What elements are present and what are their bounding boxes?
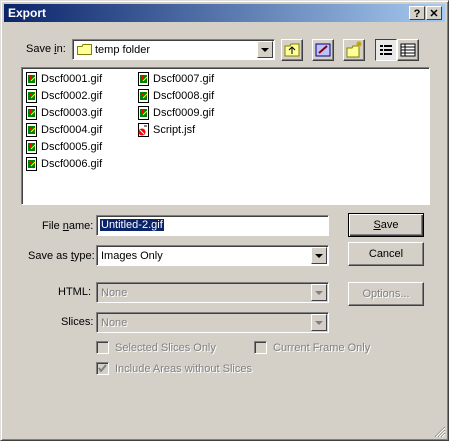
include-areas-checkbox[interactable]: Include Areas without Slices bbox=[96, 362, 252, 375]
options-button[interactable]: Options... bbox=[348, 282, 424, 306]
title-bar[interactable]: Export ? ✕ bbox=[4, 4, 445, 22]
html-value: None bbox=[101, 287, 128, 299]
chevron-down-icon bbox=[261, 47, 269, 52]
list-view-icon bbox=[380, 45, 392, 55]
file-name-text: Dscf0002.gif bbox=[41, 90, 103, 102]
folder-up-icon bbox=[284, 43, 300, 57]
file-list-item[interactable]: Dscf0001.gif bbox=[25, 71, 102, 87]
help-button[interactable]: ? bbox=[409, 6, 425, 20]
gif-file-icon bbox=[137, 89, 150, 103]
save-in-dropdown-arrow[interactable] bbox=[257, 41, 273, 58]
file-name-value: Untitled-2.gif bbox=[100, 219, 164, 231]
chevron-down-icon bbox=[315, 253, 323, 258]
current-frame-checkbox[interactable]: Current Frame Only bbox=[254, 341, 370, 354]
chevron-down-icon bbox=[315, 290, 323, 295]
file-name-text: Dscf0001.gif bbox=[41, 73, 103, 85]
file-name-text: Dscf0004.gif bbox=[41, 124, 103, 136]
gif-file-icon bbox=[25, 72, 38, 86]
selected-slices-label: Selected Slices Only bbox=[115, 341, 216, 354]
favorites-icon bbox=[315, 43, 331, 57]
save-in-combo[interactable]: temp folder bbox=[72, 39, 275, 60]
file-list-item[interactable]: Dscf0006.gif bbox=[25, 156, 102, 172]
checkmark-icon bbox=[98, 364, 107, 373]
gif-file-icon bbox=[25, 140, 38, 154]
file-name-text: Dscf0008.gif bbox=[153, 90, 215, 102]
file-name-text: Dscf0003.gif bbox=[41, 107, 103, 119]
file-list-item[interactable]: Dscf0004.gif bbox=[25, 122, 102, 138]
slices-value: None bbox=[101, 317, 128, 329]
dialog-title: Export bbox=[8, 6, 47, 20]
file-name-text: Dscf0009.gif bbox=[153, 107, 215, 119]
file-name-text: Dscf0006.gif bbox=[41, 158, 103, 170]
html-select[interactable]: None bbox=[96, 282, 329, 303]
chevron-down-icon bbox=[315, 320, 323, 325]
html-label: HTML: bbox=[58, 286, 91, 298]
slices-dropdown-arrow[interactable] bbox=[311, 314, 327, 331]
file-name-text: Dscf0007.gif bbox=[153, 73, 215, 85]
close-button[interactable]: ✕ bbox=[426, 6, 442, 20]
file-list-item[interactable]: Dscf0005.gif bbox=[25, 139, 102, 155]
new-folder-button[interactable] bbox=[343, 39, 365, 61]
gif-file-icon bbox=[137, 72, 150, 86]
favorites-button[interactable] bbox=[312, 39, 334, 61]
save-as-type-value: Images Only bbox=[101, 250, 163, 262]
checkbox-box bbox=[96, 362, 109, 375]
file-name-label: File name: bbox=[42, 220, 94, 232]
save-button[interactable]: Save bbox=[348, 213, 424, 237]
gif-file-icon bbox=[137, 106, 150, 120]
checkbox-box bbox=[254, 341, 267, 354]
gif-file-icon bbox=[25, 157, 38, 171]
file-list-item[interactable]: Dscf0007.gif bbox=[137, 71, 214, 87]
file-list-item[interactable]: Dscf0003.gif bbox=[25, 105, 102, 121]
folder-icon bbox=[77, 44, 92, 55]
current-frame-label: Current Frame Only bbox=[273, 341, 371, 354]
slices-select[interactable]: None bbox=[96, 312, 329, 333]
save-as-type-label: Save as type: bbox=[28, 250, 95, 262]
save-in-value: temp folder bbox=[95, 44, 151, 56]
up-one-level-button[interactable] bbox=[281, 39, 303, 61]
checkbox-box bbox=[96, 341, 109, 354]
file-list-item[interactable]: Dscf0009.gif bbox=[137, 105, 214, 121]
save-in-label: Save in: bbox=[26, 43, 66, 55]
script-file-icon bbox=[137, 123, 150, 137]
list-view-button[interactable] bbox=[375, 39, 397, 61]
resize-grip[interactable] bbox=[434, 426, 446, 438]
file-list-item[interactable]: Dscf0008.gif bbox=[137, 88, 214, 104]
file-list-item[interactable]: Dscf0002.gif bbox=[25, 88, 102, 104]
html-dropdown-arrow[interactable] bbox=[311, 284, 327, 301]
export-dialog: Export ? ✕ Save in: temp folder Dscf0001… bbox=[0, 0, 449, 441]
slices-label: Slices: bbox=[61, 316, 94, 328]
details-view-button[interactable] bbox=[397, 39, 419, 61]
gif-file-icon bbox=[25, 123, 38, 137]
selected-slices-checkbox[interactable]: Selected Slices Only bbox=[96, 341, 216, 354]
file-name-input[interactable]: Untitled-2.gif bbox=[96, 215, 329, 236]
file-name-text: Script.jsf bbox=[153, 124, 196, 136]
save-as-type-dropdown-arrow[interactable] bbox=[311, 247, 327, 264]
file-list[interactable]: Dscf0001.gif Dscf0002.gif Dscf0003.gif Dscf… bbox=[21, 67, 430, 205]
file-name-text: Dscf0005.gif bbox=[41, 141, 103, 153]
cancel-button[interactable]: Cancel bbox=[348, 242, 424, 266]
gif-file-icon bbox=[25, 89, 38, 103]
save-as-type-select[interactable]: Images Only bbox=[96, 245, 329, 266]
include-areas-label: Include Areas without Slices bbox=[115, 362, 252, 375]
new-folder-icon bbox=[346, 41, 362, 58]
gif-file-icon bbox=[25, 106, 38, 120]
details-view-icon bbox=[400, 43, 416, 57]
file-list-item[interactable]: Script.jsf bbox=[137, 122, 195, 138]
